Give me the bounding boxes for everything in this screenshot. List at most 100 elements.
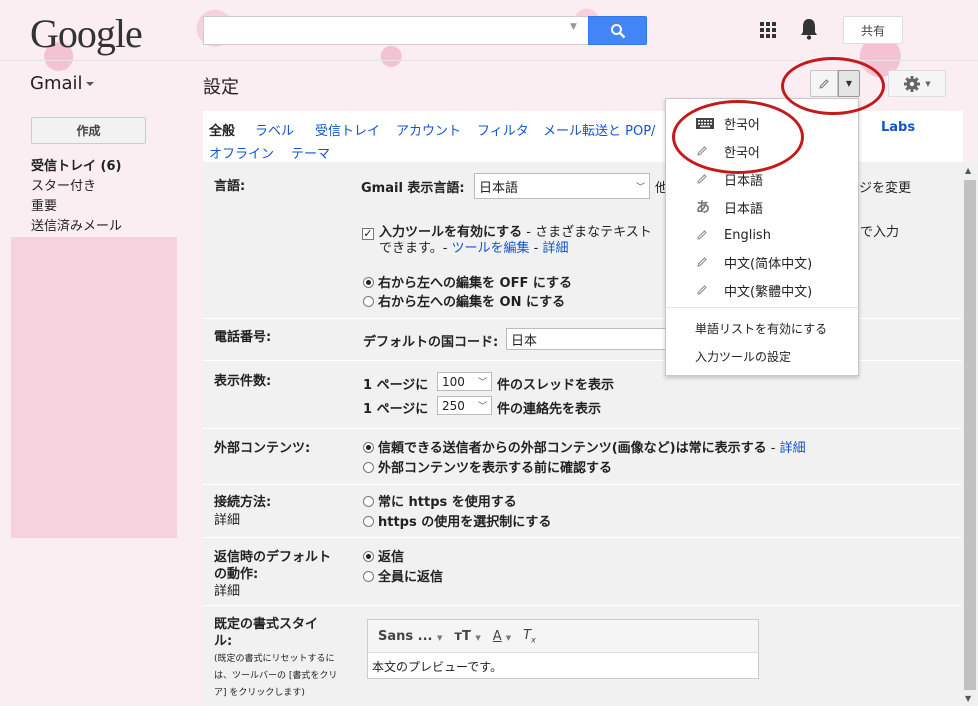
rtl-off-option[interactable]: 右から左への編集を OFF にする (363, 272, 572, 291)
https-always-label: 常に https を使用する (378, 495, 517, 510)
external-always-option[interactable]: 信頼できる送信者からの外部コンテンツ(画像など)は常に表示する - 詳細 (363, 437, 806, 456)
rtl-on-label: 右から左への編集を ON にする (378, 295, 566, 310)
reply-all-option[interactable]: 全員に返信 (363, 566, 443, 585)
text-style-note-line3: ア] をクリックします) (214, 688, 305, 698)
clear-formatting-icon[interactable]: Tx (523, 628, 536, 645)
contacts-per-page-value: 250 (442, 398, 465, 413)
search-options-icon[interactable]: ▼ (570, 22, 577, 32)
text-style-label-line2: ル: (214, 634, 233, 649)
external-details-link[interactable]: 詳細 (780, 441, 806, 456)
country-code-label: デフォルトの国コード: (363, 335, 499, 350)
menu-item-japanese-ime[interactable]: あ 日本語 (666, 194, 858, 220)
reply-option[interactable]: 返信 (363, 546, 404, 565)
external-always-label: 信頼できる送信者からの外部コンテンツ(画像など)は常に表示する (378, 441, 767, 456)
link-separator: - (529, 241, 543, 256)
text-style-note-line2: は、ツールバーの [書式をクリ (214, 671, 338, 681)
https-optional-radio[interactable] (363, 516, 374, 527)
notifications-bell-icon[interactable] (800, 18, 818, 44)
tab-labels[interactable]: ラベル (255, 120, 294, 139)
gmail-caret-icon[interactable] (86, 82, 94, 86)
nav-item-inbox[interactable]: 受信トレイ (6) (31, 155, 121, 174)
scroll-up-icon[interactable]: ▲ (965, 166, 971, 175)
share-button[interactable]: 共有 (843, 16, 903, 44)
link-separator: - (766, 441, 780, 456)
contacts-per-page-select[interactable]: 250 ﹀ (437, 396, 492, 415)
menu-item-label: English (724, 227, 771, 243)
nav-item-important[interactable]: 重要 (31, 195, 57, 214)
connection-label: 接続方法: (214, 495, 272, 510)
gmail-menu[interactable]: Gmail (30, 73, 83, 94)
compose-button[interactable]: 作成 (31, 117, 146, 144)
input-tools-details-link[interactable]: 詳細 (543, 241, 569, 256)
external-always-radio[interactable] (363, 442, 374, 453)
connection-details-link[interactable]: 詳細 (214, 509, 240, 528)
https-optional-label: https の使用を選択制にする (378, 515, 552, 530)
country-code-input[interactable]: 日本 (506, 328, 666, 350)
contacts-suffix: 件の連絡先を表示 (497, 402, 602, 417)
reply-label: 返信 (378, 550, 405, 565)
tab-inbox[interactable]: 受信トレイ (315, 120, 380, 139)
menu-item-enable-word-list[interactable]: 単語リストを有効にする (695, 320, 827, 337)
formatting-toolbar: Sans ... ▼ ᴛT ▼ A ▼ Tx (368, 620, 758, 653)
tab-offline[interactable]: オフライン (209, 143, 274, 162)
pencil-icon (696, 229, 724, 241)
font-size-icon[interactable]: ᴛT ▼ (454, 629, 480, 644)
nav-item-starred[interactable]: スター付き (31, 175, 96, 194)
row-divider (203, 428, 963, 429)
tab-themes[interactable]: テーマ (291, 143, 330, 162)
pencil-icon (696, 284, 724, 296)
external-ask-radio[interactable] (363, 462, 374, 473)
row-divider (203, 605, 963, 606)
https-always-option[interactable]: 常に https を使用する (363, 491, 517, 510)
menu-item-input-tool-settings[interactable]: 入力ツールの設定 (695, 348, 791, 365)
tab-general[interactable]: 全般 (209, 120, 235, 139)
page-size-label: 表示件数: (214, 374, 272, 389)
input-tools-description-tail: で入力 (860, 225, 900, 240)
hiragana-a-icon: あ (696, 200, 710, 216)
font-family-select[interactable]: Sans ... ▼ (378, 629, 442, 644)
pencil-icon (696, 173, 724, 185)
google-logo[interactable]: Google (30, 10, 143, 57)
external-ask-label: 外部コンテンツを表示する前に確認する (378, 461, 613, 476)
tab-forwarding[interactable]: メール転送と POP/ (543, 120, 655, 139)
input-tools-line2: できます。- ツールを編集 - 詳細 (379, 237, 569, 256)
menu-item-chinese-traditional[interactable]: 中文(繁體中文) (666, 277, 858, 303)
nav-item-sent[interactable]: 送信済みメール (31, 215, 122, 234)
scrollbar-thumb[interactable] (964, 180, 976, 690)
display-language-label: Gmail 表示言語: (361, 181, 465, 196)
external-ask-option[interactable]: 外部コンテンツを表示する前に確認する (363, 457, 612, 476)
rtl-on-radio[interactable] (363, 296, 374, 307)
https-always-radio[interactable] (363, 496, 374, 507)
settings-gear-button[interactable]: ▼ (888, 70, 946, 97)
chevron-down-icon: ▼ (925, 79, 931, 88)
tab-filters[interactable]: フィルタ (477, 120, 529, 139)
input-tools-line2-text: できます。- (379, 241, 452, 256)
scroll-down-icon[interactable]: ▼ (965, 694, 971, 703)
reply-radio[interactable] (363, 551, 374, 562)
tab-labs[interactable]: Labs (881, 120, 915, 135)
menu-item-chinese-simplified[interactable]: 中文(简体中文) (666, 249, 858, 275)
phone-label: 電話番号: (214, 330, 272, 345)
search-button[interactable] (588, 16, 647, 45)
edit-tools-link[interactable]: ツールを編集 (452, 241, 530, 256)
tab-accounts[interactable]: アカウント (396, 120, 461, 139)
text-style-preview: 本文のプレビューです。 (372, 660, 503, 674)
contacts-prefix: 1 ページに (363, 402, 429, 417)
reply-details-link[interactable]: 詳細 (214, 580, 240, 599)
page-title: 設定 (203, 77, 239, 98)
menu-item-english-handwriting[interactable]: English (666, 222, 858, 248)
reply-all-radio[interactable] (363, 571, 374, 582)
display-language-select[interactable]: 日本語 ﹀ (474, 173, 650, 199)
https-optional-option[interactable]: https の使用を選択制にする (363, 511, 551, 530)
apps-grid-icon[interactable] (760, 22, 776, 38)
rtl-on-option[interactable]: 右から左への編集を ON にする (363, 291, 565, 310)
text-color-icon[interactable]: A ▼ (493, 629, 511, 644)
rtl-off-radio[interactable] (363, 277, 374, 288)
search-input[interactable] (203, 16, 588, 45)
external-content-label: 外部コンテンツ: (214, 441, 311, 456)
threads-per-page-select[interactable]: 100 ﹀ (437, 372, 492, 391)
search-icon (610, 23, 625, 38)
chevron-down-icon: ﹀ (477, 402, 487, 412)
change-language-link[interactable]: ジを変更 (859, 177, 911, 196)
input-tools-checkbox[interactable]: ✓ (362, 228, 374, 240)
